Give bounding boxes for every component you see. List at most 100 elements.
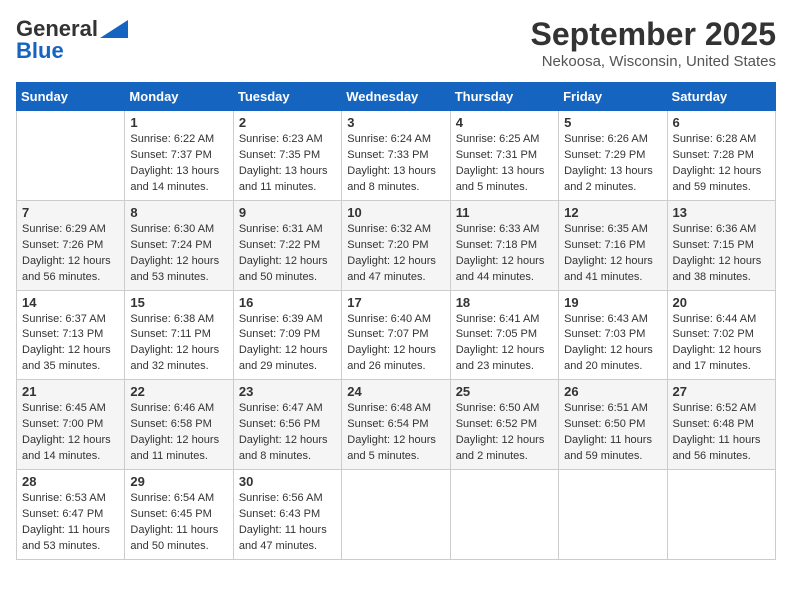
- cell-info: Sunrise: 6:28 AMSunset: 7:28 PMDaylight:…: [673, 132, 770, 196]
- calendar-cell: [17, 111, 125, 201]
- day-number: 4: [456, 115, 553, 130]
- calendar-cell: 14 Sunrise: 6:37 AMSunset: 7:13 PMDayligh…: [17, 290, 125, 380]
- cell-info: Sunrise: 6:53 AMSunset: 6:47 PMDaylight:…: [22, 491, 119, 555]
- cell-info: Sunrise: 6:43 AMSunset: 7:03 PMDaylight:…: [564, 312, 661, 376]
- calendar-cell: 10 Sunrise: 6:32 AMSunset: 7:20 PMDayligh…: [342, 200, 450, 290]
- location: Nekoosa, Wisconsin, United States: [531, 53, 776, 70]
- cell-info: Sunrise: 6:23 AMSunset: 7:35 PMDaylight:…: [239, 132, 336, 196]
- cell-info: Sunrise: 6:37 AMSunset: 7:13 PMDaylight:…: [22, 312, 119, 376]
- calendar-cell: 9Sunrise: 6:31 AMSunset: 7:22 PMDaylight…: [233, 200, 341, 290]
- calendar-cell: 1 Sunrise: 6:22 AMSunset: 7:37 PMDaylight…: [125, 111, 233, 201]
- weekday-header: Thursday: [450, 83, 558, 111]
- weekday-header: Wednesday: [342, 83, 450, 111]
- cell-info: Sunrise: 6:54 AMSunset: 6:45 PMDaylight:…: [130, 491, 227, 555]
- cell-info: Sunrise: 6:22 AMSunset: 7:37 PMDaylight:…: [130, 132, 227, 196]
- calendar-cell: 6 Sunrise: 6:28 AMSunset: 7:28 PMDaylight…: [667, 111, 775, 201]
- day-number: 12: [564, 205, 661, 220]
- calendar-cell: 2 Sunrise: 6:23 AMSunset: 7:35 PMDaylight…: [233, 111, 341, 201]
- cell-info: Sunrise: 6:47 AMSunset: 6:56 PMDaylight:…: [239, 401, 336, 465]
- calendar-header-row: SundayMondayTuesdayWednesdayThursdayFrid…: [17, 83, 776, 111]
- calendar-cell: 29 Sunrise: 6:54 AMSunset: 6:45 PMDayligh…: [125, 470, 233, 560]
- day-number: 25: [456, 384, 553, 399]
- calendar-cell: 27Sunrise: 6:52 AMSunset: 6:48 PMDayligh…: [667, 380, 775, 470]
- day-number: 11: [456, 205, 553, 220]
- cell-info: Sunrise: 6:48 AMSunset: 6:54 PMDaylight:…: [347, 401, 444, 465]
- cell-info: Sunrise: 6:29 AMSunset: 7:26 PMDaylight:…: [22, 222, 119, 286]
- cell-info: Sunrise: 6:46 AMSunset: 6:58 PMDaylight:…: [130, 401, 227, 465]
- calendar-cell: 12 Sunrise: 6:35 AMSunset: 7:16 PMDayligh…: [559, 200, 667, 290]
- calendar-cell: [342, 470, 450, 560]
- calendar-cell: 5 Sunrise: 6:26 AMSunset: 7:29 PMDaylight…: [559, 111, 667, 201]
- calendar-week-row: 1 Sunrise: 6:22 AMSunset: 7:37 PMDaylight…: [17, 111, 776, 201]
- day-number: 3: [347, 115, 444, 130]
- cell-info: Sunrise: 6:39 AMSunset: 7:09 PMDaylight:…: [239, 312, 336, 376]
- day-number: 2: [239, 115, 336, 130]
- calendar-cell: 18Sunrise: 6:41 AMSunset: 7:05 PMDayligh…: [450, 290, 558, 380]
- calendar-week-row: 28Sunrise: 6:53 AMSunset: 6:47 PMDayligh…: [17, 470, 776, 560]
- calendar-cell: 21Sunrise: 6:45 AMSunset: 7:00 PMDayligh…: [17, 380, 125, 470]
- calendar-cell: [559, 470, 667, 560]
- day-number: 18: [456, 295, 553, 310]
- weekday-header: Sunday: [17, 83, 125, 111]
- day-number: 14: [22, 295, 119, 310]
- cell-info: Sunrise: 6:26 AMSunset: 7:29 PMDaylight:…: [564, 132, 661, 196]
- day-number: 21: [22, 384, 119, 399]
- cell-info: Sunrise: 6:35 AMSunset: 7:16 PMDaylight:…: [564, 222, 661, 286]
- weekday-header: Friday: [559, 83, 667, 111]
- title-block: September 2025 Nekoosa, Wisconsin, Unite…: [531, 16, 776, 70]
- cell-info: Sunrise: 6:33 AMSunset: 7:18 PMDaylight:…: [456, 222, 553, 286]
- day-number: 22: [130, 384, 227, 399]
- day-number: 10: [347, 205, 444, 220]
- cell-info: Sunrise: 6:51 AMSunset: 6:50 PMDaylight:…: [564, 401, 661, 465]
- day-number: 17: [347, 295, 444, 310]
- calendar-cell: 26 Sunrise: 6:51 AMSunset: 6:50 PMDayligh…: [559, 380, 667, 470]
- day-number: 19: [564, 295, 661, 310]
- calendar-cell: 28Sunrise: 6:53 AMSunset: 6:47 PMDayligh…: [17, 470, 125, 560]
- calendar-cell: 16Sunrise: 6:39 AMSunset: 7:09 PMDayligh…: [233, 290, 341, 380]
- logo-blue: Blue: [16, 38, 64, 64]
- day-number: 13: [673, 205, 770, 220]
- cell-info: Sunrise: 6:44 AMSunset: 7:02 PMDaylight:…: [673, 312, 770, 376]
- calendar-cell: 7Sunrise: 6:29 AMSunset: 7:26 PMDaylight…: [17, 200, 125, 290]
- cell-info: Sunrise: 6:38 AMSunset: 7:11 PMDaylight:…: [130, 312, 227, 376]
- day-number: 1: [130, 115, 227, 130]
- weekday-header: Saturday: [667, 83, 775, 111]
- day-number: 29: [130, 474, 227, 489]
- calendar-cell: 17 Sunrise: 6:40 AMSunset: 7:07 PMDayligh…: [342, 290, 450, 380]
- day-number: 20: [673, 295, 770, 310]
- cell-info: Sunrise: 6:50 AMSunset: 6:52 PMDaylight:…: [456, 401, 553, 465]
- calendar-cell: 24 Sunrise: 6:48 AMSunset: 6:54 PMDayligh…: [342, 380, 450, 470]
- weekday-header: Tuesday: [233, 83, 341, 111]
- day-number: 8: [130, 205, 227, 220]
- day-number: 27: [673, 384, 770, 399]
- calendar-cell: 25 Sunrise: 6:50 AMSunset: 6:52 PMDayligh…: [450, 380, 558, 470]
- calendar-cell: 20 Sunrise: 6:44 AMSunset: 7:02 PMDayligh…: [667, 290, 775, 380]
- cell-info: Sunrise: 6:36 AMSunset: 7:15 PMDaylight:…: [673, 222, 770, 286]
- page-header: General Blue September 2025 Nekoosa, Wis…: [16, 16, 776, 70]
- day-number: 5: [564, 115, 661, 130]
- calendar-cell: 13 Sunrise: 6:36 AMSunset: 7:15 PMDayligh…: [667, 200, 775, 290]
- calendar-cell: 11 Sunrise: 6:33 AMSunset: 7:18 PMDayligh…: [450, 200, 558, 290]
- day-number: 6: [673, 115, 770, 130]
- logo: General Blue: [16, 16, 128, 64]
- day-number: 15: [130, 295, 227, 310]
- cell-info: Sunrise: 6:31 AMSunset: 7:22 PMDaylight:…: [239, 222, 336, 286]
- day-number: 24: [347, 384, 444, 399]
- calendar-cell: 3 Sunrise: 6:24 AMSunset: 7:33 PMDaylight…: [342, 111, 450, 201]
- day-number: 30: [239, 474, 336, 489]
- cell-info: Sunrise: 6:40 AMSunset: 7:07 PMDaylight:…: [347, 312, 444, 376]
- day-number: 26: [564, 384, 661, 399]
- calendar-cell: 22 Sunrise: 6:46 AMSunset: 6:58 PMDayligh…: [125, 380, 233, 470]
- cell-info: Sunrise: 6:32 AMSunset: 7:20 PMDaylight:…: [347, 222, 444, 286]
- calendar-table: SundayMondayTuesdayWednesdayThursdayFrid…: [16, 82, 776, 560]
- cell-info: Sunrise: 6:30 AMSunset: 7:24 PMDaylight:…: [130, 222, 227, 286]
- calendar-cell: 15 Sunrise: 6:38 AMSunset: 7:11 PMDayligh…: [125, 290, 233, 380]
- calendar-week-row: 7Sunrise: 6:29 AMSunset: 7:26 PMDaylight…: [17, 200, 776, 290]
- cell-info: Sunrise: 6:24 AMSunset: 7:33 PMDaylight:…: [347, 132, 444, 196]
- calendar-cell: 30Sunrise: 6:56 AMSunset: 6:43 PMDayligh…: [233, 470, 341, 560]
- calendar-week-row: 14 Sunrise: 6:37 AMSunset: 7:13 PMDayligh…: [17, 290, 776, 380]
- weekday-header: Monday: [125, 83, 233, 111]
- calendar-cell: 8 Sunrise: 6:30 AMSunset: 7:24 PMDaylight…: [125, 200, 233, 290]
- calendar-cell: 19 Sunrise: 6:43 AMSunset: 7:03 PMDayligh…: [559, 290, 667, 380]
- cell-info: Sunrise: 6:25 AMSunset: 7:31 PMDaylight:…: [456, 132, 553, 196]
